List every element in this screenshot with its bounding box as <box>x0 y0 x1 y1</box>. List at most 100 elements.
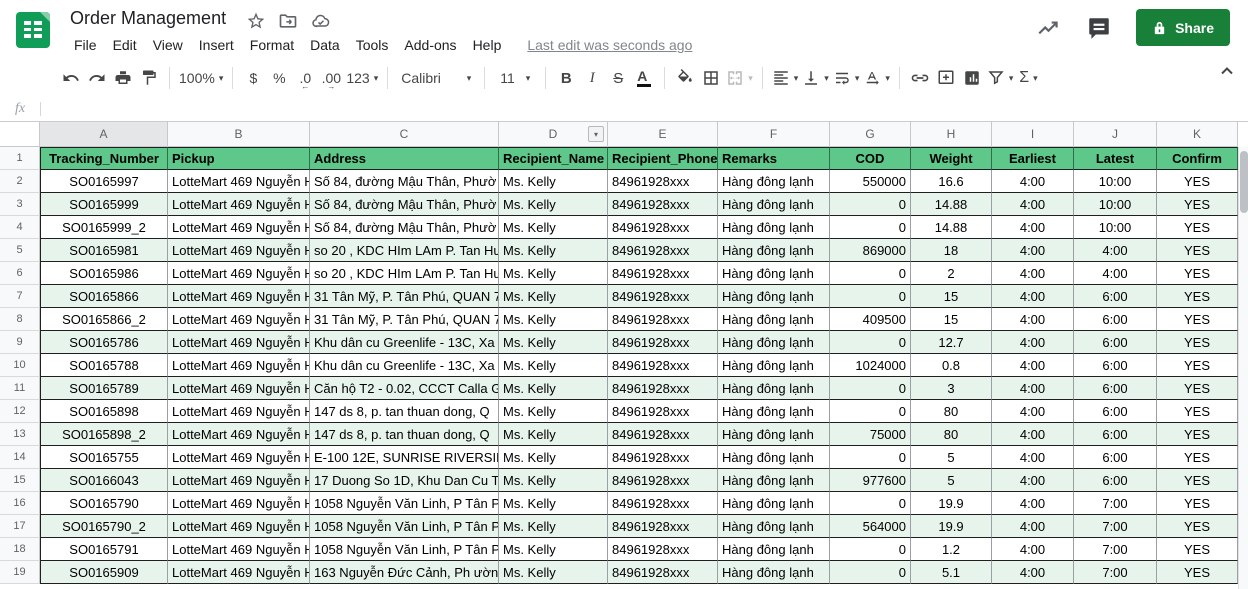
cell-E13[interactable]: 84961928xxx <box>608 423 718 446</box>
cell-C18[interactable]: 1058 Nguyễn Văn Linh, P Tân P <box>310 538 499 561</box>
cell-K14[interactable]: YES <box>1157 446 1238 469</box>
cell-G16[interactable]: 0 <box>830 492 911 515</box>
row-number-10[interactable]: 10 <box>0 354 40 377</box>
cell-B12[interactable]: LotteMart 469 Nguyễn H <box>168 400 310 423</box>
cell-J7[interactable]: 6:00 <box>1074 285 1157 308</box>
cell-A4[interactable]: SO0165999_2 <box>40 216 168 239</box>
cell-I14[interactable]: 4:00 <box>992 446 1074 469</box>
cell-C15[interactable]: 17 Duong So 1D, Khu Dan Cu Tr <box>310 469 499 492</box>
cell-J18[interactable]: 7:00 <box>1074 538 1157 561</box>
cell-A1[interactable]: Tracking_Number <box>40 147 168 170</box>
row-number-9[interactable]: 9 <box>0 331 40 354</box>
cell-B13[interactable]: LotteMart 469 Nguyễn H <box>168 423 310 446</box>
cell-J15[interactable]: 6:00 <box>1074 469 1157 492</box>
explore-insights-icon[interactable] <box>1036 15 1062 41</box>
cell-H17[interactable]: 19.9 <box>911 515 992 538</box>
cell-J10[interactable]: 6:00 <box>1074 354 1157 377</box>
cell-K17[interactable]: YES <box>1157 515 1238 538</box>
row-number-13[interactable]: 13 <box>0 423 40 446</box>
insert-chart-button[interactable] <box>959 64 985 92</box>
text-wrap-button[interactable] <box>831 64 862 92</box>
cell-H10[interactable]: 0.8 <box>911 354 992 377</box>
cell-I17[interactable]: 4:00 <box>992 515 1074 538</box>
cell-J3[interactable]: 10:00 <box>1074 193 1157 216</box>
row-number-14[interactable]: 14 <box>0 446 40 469</box>
cell-K4[interactable]: YES <box>1157 216 1238 239</box>
cell-D5[interactable]: Ms. Kelly <box>499 239 608 262</box>
cell-A18[interactable]: SO0165791 <box>40 538 168 561</box>
cell-E16[interactable]: 84961928xxx <box>608 492 718 515</box>
vertical-align-button[interactable] <box>800 64 831 92</box>
cell-I4[interactable]: 4:00 <box>992 216 1074 239</box>
cell-B9[interactable]: LotteMart 469 Nguyễn H <box>168 331 310 354</box>
cell-F15[interactable]: Hàng đông lạnh <box>718 469 830 492</box>
cell-H8[interactable]: 15 <box>911 308 992 331</box>
cell-B11[interactable]: LotteMart 469 Nguyễn H <box>168 377 310 400</box>
cell-C17[interactable]: 1058 Nguyễn Văn Linh, P Tân P <box>310 515 499 538</box>
cell-H7[interactable]: 15 <box>911 285 992 308</box>
menu-data[interactable]: Data <box>302 33 348 57</box>
cell-D18[interactable]: Ms. Kelly <box>499 538 608 561</box>
cell-H19[interactable]: 5.1 <box>911 561 992 584</box>
cell-D8[interactable]: Ms. Kelly <box>499 308 608 331</box>
cell-B16[interactable]: LotteMart 469 Nguyễn H <box>168 492 310 515</box>
cell-G5[interactable]: 869000 <box>830 239 911 262</box>
move-to-folder-icon[interactable] <box>278 11 298 31</box>
column-header-G[interactable]: G <box>830 122 911 147</box>
column-header-J[interactable]: J <box>1074 122 1157 147</box>
menu-help[interactable]: Help <box>465 33 510 57</box>
cell-J12[interactable]: 6:00 <box>1074 400 1157 423</box>
cell-H16[interactable]: 19.9 <box>911 492 992 515</box>
cell-F5[interactable]: Hàng đông lạnh <box>718 239 830 262</box>
cell-C5[interactable]: so 20 , KDC HIm LAm P. Tan Hu <box>310 239 499 262</box>
cell-A6[interactable]: SO0165986 <box>40 262 168 285</box>
row-number-3[interactable]: 3 <box>0 193 40 216</box>
formula-input[interactable] <box>41 96 1248 121</box>
cell-H3[interactable]: 14.88 <box>911 193 992 216</box>
cell-K13[interactable]: YES <box>1157 423 1238 446</box>
merge-cells-button[interactable] <box>724 64 755 92</box>
cell-C6[interactable]: so 20 , KDC HIm LAm P. Tan Hu <box>310 262 499 285</box>
cell-G1[interactable]: COD <box>830 147 911 170</box>
menu-addons[interactable]: Add-ons <box>396 33 464 57</box>
last-edit-link[interactable]: Last edit was seconds ago <box>527 37 692 53</box>
column-header-B[interactable]: B <box>168 122 310 147</box>
cell-B10[interactable]: LotteMart 469 Nguyễn H <box>168 354 310 377</box>
cell-J13[interactable]: 6:00 <box>1074 423 1157 446</box>
cell-I19[interactable]: 4:00 <box>992 561 1074 584</box>
text-color-button[interactable]: A <box>631 64 657 92</box>
cell-E5[interactable]: 84961928xxx <box>608 239 718 262</box>
cell-B8[interactable]: LotteMart 469 Nguyễn H <box>168 308 310 331</box>
cell-A10[interactable]: SO0165788 <box>40 354 168 377</box>
column-header-D[interactable]: D <box>499 122 608 147</box>
cell-A11[interactable]: SO0165789 <box>40 377 168 400</box>
cell-D16[interactable]: Ms. Kelly <box>499 492 608 515</box>
cell-I13[interactable]: 4:00 <box>992 423 1074 446</box>
cell-I15[interactable]: 4:00 <box>992 469 1074 492</box>
hide-toolbar-chevron-icon[interactable] <box>1220 66 1234 76</box>
cell-C11[interactable]: Căn hộ T2 - 0.02, CCCT Calla G <box>310 377 499 400</box>
cell-A19[interactable]: SO0165909 <box>40 561 168 584</box>
cell-H18[interactable]: 1.2 <box>911 538 992 561</box>
cell-I1[interactable]: Earliest <box>992 147 1074 170</box>
cell-A14[interactable]: SO0165755 <box>40 446 168 469</box>
cell-D10[interactable]: Ms. Kelly <box>499 354 608 377</box>
cell-D11[interactable]: Ms. Kelly <box>499 377 608 400</box>
cell-B14[interactable]: LotteMart 469 Nguyễn H <box>168 446 310 469</box>
cell-E7[interactable]: 84961928xxx <box>608 285 718 308</box>
cell-A9[interactable]: SO0165786 <box>40 331 168 354</box>
cell-I6[interactable]: 4:00 <box>992 262 1074 285</box>
cell-J1[interactable]: Latest <box>1074 147 1157 170</box>
cell-H9[interactable]: 12.7 <box>911 331 992 354</box>
cell-F9[interactable]: Hàng đông lạnh <box>718 331 830 354</box>
cell-I10[interactable]: 4:00 <box>992 354 1074 377</box>
cell-F8[interactable]: Hàng đông lạnh <box>718 308 830 331</box>
cell-E14[interactable]: 84961928xxx <box>608 446 718 469</box>
column-header-C[interactable]: C <box>310 122 499 147</box>
cell-G2[interactable]: 550000 <box>830 170 911 193</box>
cell-G18[interactable]: 0 <box>830 538 911 561</box>
row-number-18[interactable]: 18 <box>0 538 40 561</box>
vertical-scrollbar[interactable] <box>1238 147 1248 589</box>
cell-D6[interactable]: Ms. Kelly <box>499 262 608 285</box>
cell-G17[interactable]: 564000 <box>830 515 911 538</box>
